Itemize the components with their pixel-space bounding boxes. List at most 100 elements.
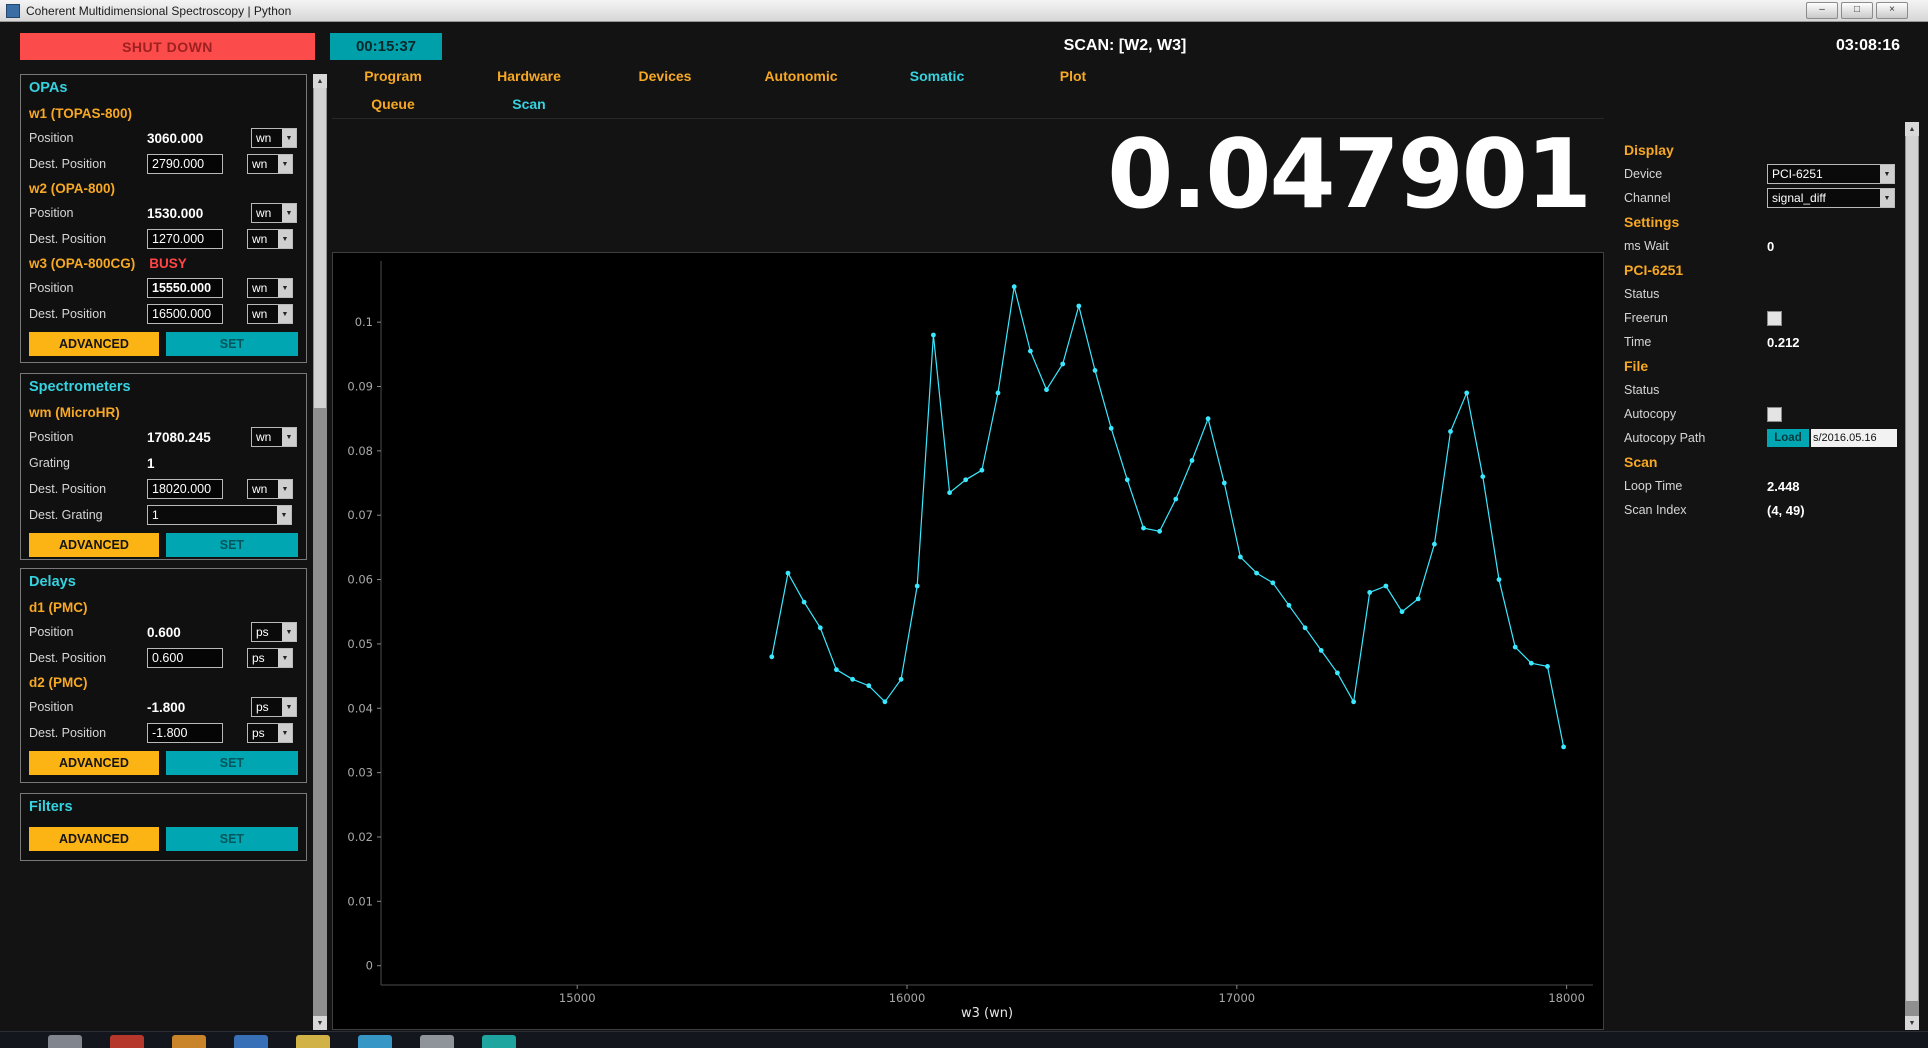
d2-position-label: Position xyxy=(29,700,147,714)
taskbar-app-7-icon[interactable] xyxy=(420,1035,454,1048)
taskbar-app-5-icon[interactable] xyxy=(296,1035,330,1048)
taskbar-app-2-icon[interactable] xyxy=(110,1035,144,1048)
wm-dest-grating-select[interactable]: 1 xyxy=(147,505,292,525)
time-label: Time xyxy=(1624,335,1767,349)
time-value: 0.212 xyxy=(1767,335,1800,350)
minimize-button[interactable]: – xyxy=(1806,2,1838,19)
wm-name-row: wm (MicroHR) xyxy=(29,401,298,424)
w2-dest-units-select[interactable]: wn xyxy=(247,229,293,249)
w3-dest-units-select[interactable]: wn xyxy=(247,304,293,324)
tab-hardware[interactable]: Hardware xyxy=(461,68,597,84)
scroll-down-icon[interactable] xyxy=(313,1016,327,1030)
scroll-up-icon[interactable] xyxy=(1905,122,1919,136)
d1-position-units-select[interactable]: ps xyxy=(251,622,297,642)
w2-position-row: Position 1530.000 wn xyxy=(29,200,298,226)
w3-dest-label: Dest. Position xyxy=(29,307,147,321)
tab-queue[interactable]: Queue xyxy=(325,96,461,112)
wm-position-units-select[interactable]: wn xyxy=(251,427,297,447)
w3-position-units-select[interactable]: wn xyxy=(247,278,293,298)
chevron-down-icon xyxy=(278,155,292,173)
autocopy-label: Autocopy xyxy=(1624,407,1767,421)
freerun-row: Freerun xyxy=(1624,306,1904,330)
w3-dest-units-value: wn xyxy=(248,305,278,323)
d1-dest-row: Dest. Position ps xyxy=(29,645,298,671)
d1-dest-label: Dest. Position xyxy=(29,651,147,665)
opas-set-button[interactable]: SET xyxy=(166,332,298,356)
w3-name-row: w3 (OPA-800CG) BUSY xyxy=(29,252,298,275)
w1-dest-units-select[interactable]: wn xyxy=(247,154,293,174)
taskbar-app-4-icon[interactable] xyxy=(234,1035,268,1048)
taskbar-app-6-icon[interactable] xyxy=(358,1035,392,1048)
filters-set-button[interactable]: SET xyxy=(166,827,298,851)
spectrometers-advanced-button[interactable]: ADVANCED xyxy=(29,533,159,557)
settings-header: Settings xyxy=(1624,214,1679,230)
d2-position-units-select[interactable]: ps xyxy=(251,697,297,717)
scroll-down-icon[interactable] xyxy=(1905,1016,1919,1030)
w1-position-units-value: wn xyxy=(252,129,282,147)
wm-position-label: Position xyxy=(29,430,147,444)
chevron-down-icon xyxy=(1880,165,1894,183)
w2-dest-units-value: wn xyxy=(248,230,278,248)
freerun-checkbox[interactable] xyxy=(1767,311,1782,326)
ms-wait-label: ms Wait xyxy=(1624,239,1767,253)
chevron-down-icon xyxy=(278,724,292,742)
filters-advanced-button[interactable]: ADVANCED xyxy=(29,827,159,851)
d1-name-row: d1 (PMC) xyxy=(29,596,298,619)
uptime-timer: 00:15:37 xyxy=(330,33,442,60)
d2-dest-input[interactable] xyxy=(147,723,223,743)
wm-dest-grating-value: 1 xyxy=(148,506,277,524)
sidebar-scrollbar[interactable] xyxy=(313,74,327,1030)
signal-chart: 00.010.020.030.040.050.060.070.080.090.1… xyxy=(333,253,1603,1029)
maximize-button[interactable]: □ xyxy=(1841,2,1873,19)
w1-name: w1 (TOPAS-800) xyxy=(29,106,132,121)
autocopy-checkbox[interactable] xyxy=(1767,407,1782,422)
w2-dest-row: Dest. Position wn xyxy=(29,226,298,252)
tab-somatic[interactable]: Somatic xyxy=(869,68,1005,84)
tab-scan[interactable]: Scan xyxy=(461,96,597,112)
d2-dest-units-select[interactable]: ps xyxy=(247,723,293,743)
main-scrollbar-thumb[interactable] xyxy=(1906,136,1918,1001)
w1-position-units-select[interactable]: wn xyxy=(251,128,297,148)
close-button[interactable]: × xyxy=(1876,2,1908,19)
tab-plot[interactable]: Plot xyxy=(1005,68,1141,84)
delays-set-button[interactable]: SET xyxy=(166,751,298,775)
d1-dest-input[interactable] xyxy=(147,648,223,668)
d1-dest-units-select[interactable]: ps xyxy=(247,648,293,668)
main-scrollbar[interactable] xyxy=(1905,122,1919,1030)
shutdown-button[interactable]: SHUT DOWN xyxy=(20,33,315,60)
w1-position-row: Position 3060.000 wn xyxy=(29,125,298,151)
w3-position-value: 15550.000 xyxy=(147,278,223,298)
d1-position-units-value: ps xyxy=(252,623,282,641)
w1-dest-units-value: wn xyxy=(248,155,278,173)
d2-dest-units-value: ps xyxy=(248,724,278,742)
w2-dest-input[interactable] xyxy=(147,229,223,249)
w3-dest-input[interactable] xyxy=(147,304,223,324)
taskbar-app-3-icon[interactable] xyxy=(172,1035,206,1048)
wm-dest-grating-row: Dest. Grating 1 xyxy=(29,502,298,528)
w3-position-label: Position xyxy=(29,281,147,295)
taskbar-app-1-icon[interactable] xyxy=(48,1035,82,1048)
opas-advanced-button[interactable]: ADVANCED xyxy=(29,332,159,356)
w1-dest-input[interactable] xyxy=(147,154,223,174)
w2-position-units-select[interactable]: wn xyxy=(251,203,297,223)
file-status-label: Status xyxy=(1624,383,1767,397)
tab-devices[interactable]: Devices xyxy=(597,68,733,84)
load-button[interactable]: Load xyxy=(1767,429,1809,447)
signal-readout: 0.047901 xyxy=(332,128,1590,223)
spectrometers-set-button[interactable]: SET xyxy=(166,533,298,557)
delays-advanced-button[interactable]: ADVANCED xyxy=(29,751,159,775)
tab-autonomic[interactable]: Autonomic xyxy=(733,68,869,84)
autocopy-row: Autocopy xyxy=(1624,402,1904,426)
svg-text:0: 0 xyxy=(366,959,373,973)
device-select[interactable]: PCI-6251 xyxy=(1767,164,1895,184)
scan-index-label: Scan Index xyxy=(1624,503,1767,517)
sidebar-scrollbar-thumb[interactable] xyxy=(314,88,326,408)
taskbar-app-8-icon[interactable] xyxy=(482,1035,516,1048)
svg-text:0.03: 0.03 xyxy=(347,766,373,780)
wm-dest-units-select[interactable]: wn xyxy=(247,479,293,499)
channel-select[interactable]: signal_diff xyxy=(1767,188,1895,208)
plot-area: 00.010.020.030.040.050.060.070.080.090.1… xyxy=(332,252,1604,1030)
tab-program[interactable]: Program xyxy=(325,68,461,84)
wm-dest-input[interactable] xyxy=(147,479,223,499)
wm-position-units-value: wn xyxy=(252,428,282,446)
